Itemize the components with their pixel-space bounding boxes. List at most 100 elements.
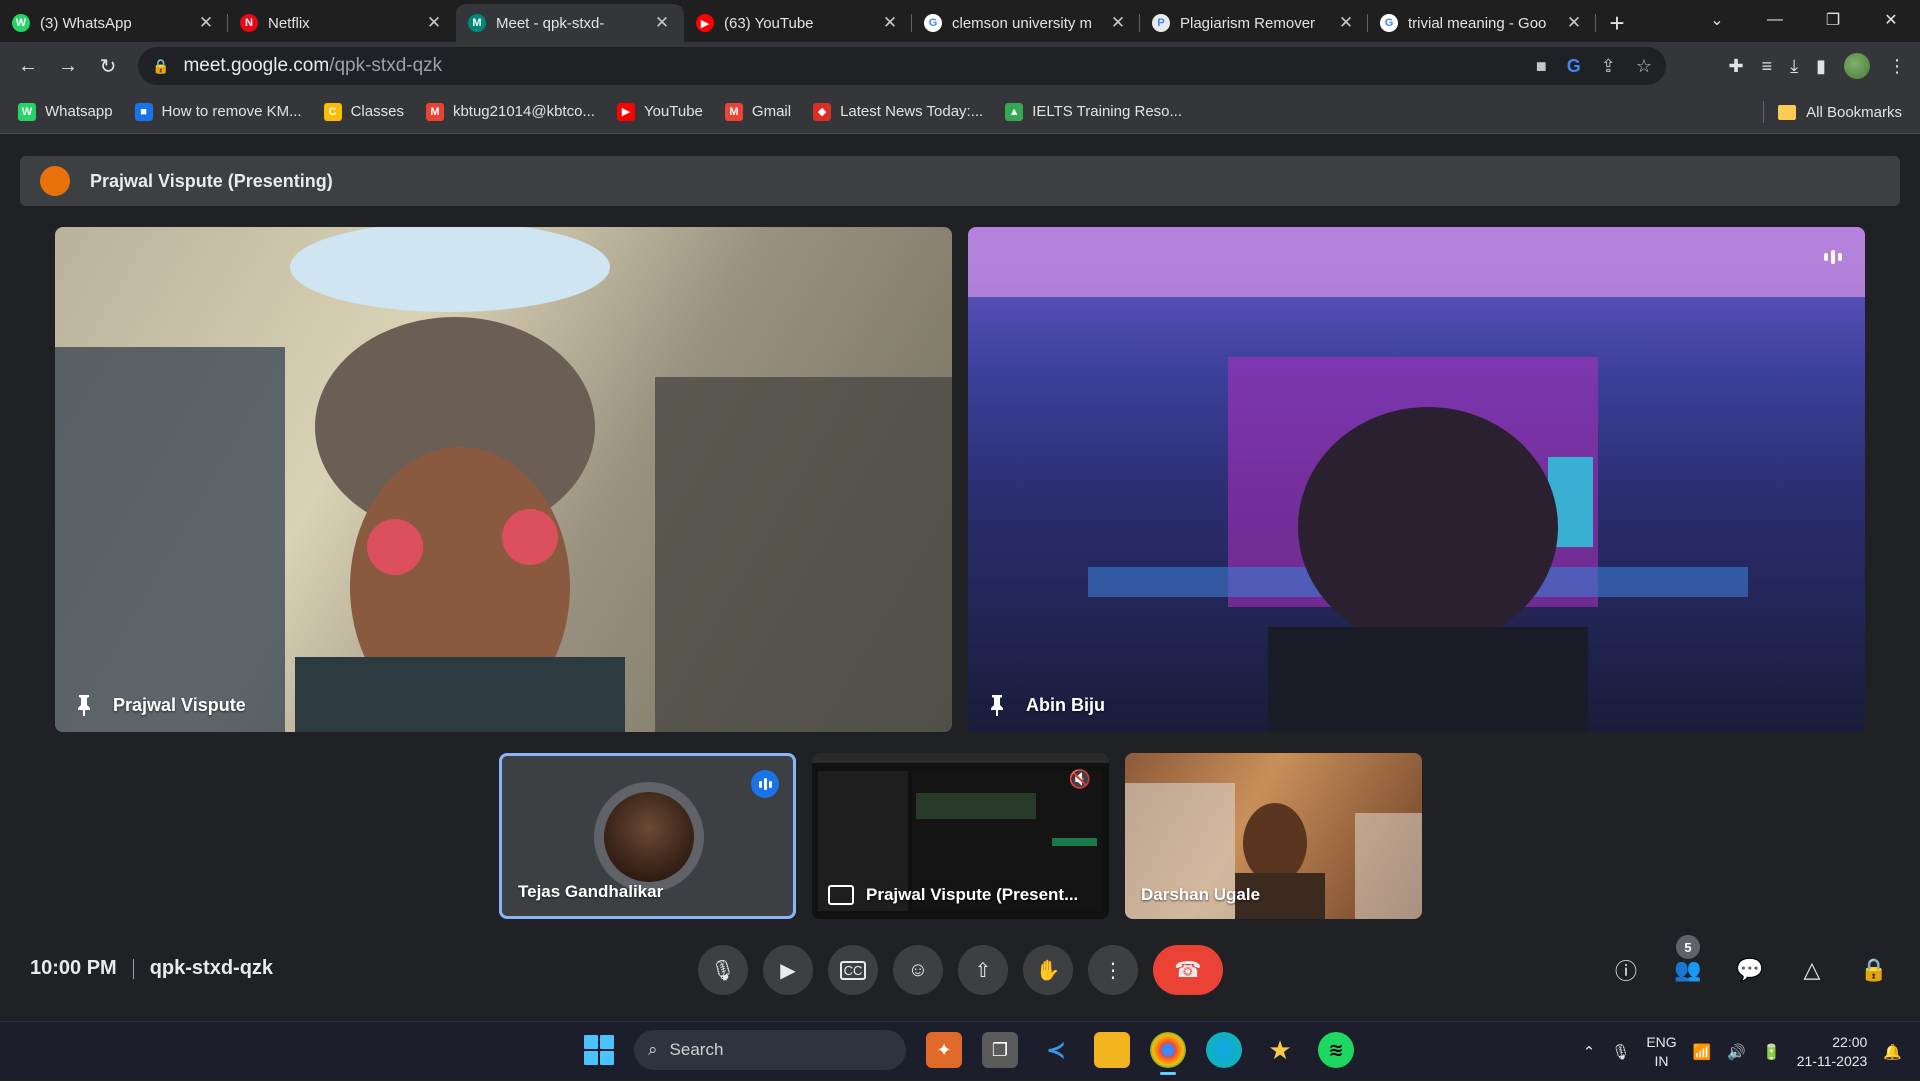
menu-kebab-icon[interactable]: ⋮ (1888, 56, 1906, 77)
meeting-details-button[interactable]: ⓘ (1606, 945, 1646, 995)
close-tab-icon[interactable]: ✕ (1108, 13, 1128, 33)
battery-icon[interactable]: 🔋 (1762, 1043, 1781, 1061)
speaking-indicator-icon (751, 770, 779, 798)
present-icon: ⇧ (974, 959, 992, 982)
start-button[interactable] (584, 1035, 614, 1065)
close-tab-icon[interactable]: ✕ (652, 13, 672, 33)
raise-hand-button[interactable]: ✋ (1023, 945, 1073, 995)
bookmark-label: How to remove KM... (161, 103, 302, 120)
search-placeholder: Search (669, 1040, 724, 1059)
browser-tab[interactable]: Gclemson university m ✕ (912, 4, 1140, 42)
camera-in-use-icon[interactable]: ■ (1536, 56, 1547, 77)
language-indicator[interactable]: ENG IN (1646, 1033, 1676, 1071)
volume-icon[interactable]: 🔊 (1727, 1043, 1746, 1061)
taskbar-search[interactable]: ⌕ Search (634, 1030, 906, 1070)
bookmark-item[interactable]: M Gmail (724, 102, 791, 121)
bookmark-star-icon[interactable]: ☆ (1636, 56, 1652, 77)
copilot-icon[interactable]: ✦ (926, 1032, 962, 1068)
clock[interactable]: 22:00 21-11-2023 (1797, 1033, 1868, 1071)
host-controls-button[interactable]: 🔒 (1854, 945, 1894, 995)
bookmark-item[interactable]: C Classes (323, 102, 404, 121)
bookmark-favicon-icon: ◆ (813, 102, 832, 121)
people-icon: 👥 (1674, 957, 1702, 982)
bookmark-favicon-icon: C (323, 102, 342, 121)
more-options-button[interactable]: ⋮ (1088, 945, 1138, 995)
bookmark-item[interactable]: ▶ YouTube (616, 102, 703, 121)
pin-icon[interactable] (75, 694, 93, 716)
reactions-button[interactable]: ☺ (893, 945, 943, 995)
bookmark-item[interactable]: ◆ Latest News Today:... (813, 102, 983, 121)
download-icon[interactable]: ⤓ (1790, 56, 1798, 77)
address-bar[interactable]: 🔒 meet.google.com/qpk-stxd-qzk ■ G ⇪ ☆ (138, 47, 1666, 85)
wifi-icon[interactable]: 📶 (1693, 1043, 1712, 1061)
video-tile-abin[interactable]: Abin Biju (968, 227, 1865, 732)
screen-share-tile[interactable]: 🔇 Prajwal Vispute (Present... (812, 753, 1109, 919)
minimize-button[interactable]: — (1746, 0, 1804, 40)
captions-button[interactable]: CC (828, 945, 878, 995)
chrome-icon[interactable] (1150, 1032, 1186, 1075)
tab-title: (63) YouTube (724, 14, 814, 32)
microphone-button[interactable]: 🎙 (698, 945, 748, 995)
video-tile-darshan[interactable]: Darshan Ugale (1125, 753, 1422, 919)
bookmark-item[interactable]: W Whatsapp (18, 102, 113, 121)
presenting-banner[interactable]: Prajwal Vispute (Presenting) (20, 156, 1900, 206)
browser-tab[interactable]: Gtrivial meaning - Goo ✕ (1368, 4, 1596, 42)
video-tile-tejas[interactable]: Tejas Gandhalikar (499, 753, 796, 919)
close-window-button[interactable]: ✕ (1862, 0, 1920, 40)
video-tile-prajwal[interactable]: Prajwal Vispute (55, 227, 952, 732)
browser-tab[interactable]: M Meet - qpk-stxd- ✕ (456, 4, 684, 42)
profile-avatar[interactable] (1844, 53, 1870, 79)
pin-icon[interactable] (988, 694, 1006, 716)
search-icon: ⌕ (648, 1040, 658, 1059)
lock-icon: 🔒 (152, 57, 170, 74)
share-icon[interactable]: ⇪ (1601, 56, 1616, 77)
leave-call-button[interactable]: ☎ (1153, 945, 1223, 995)
browser-tab[interactable]: W (3) WhatsApp ✕ (0, 4, 228, 42)
extensions-icon[interactable]: ✚ (1729, 56, 1744, 77)
app-star-icon[interactable]: ★ (1262, 1032, 1298, 1068)
meeting-time: 10:00 PM (30, 957, 117, 979)
back-button[interactable]: ← (8, 46, 48, 86)
browser-tab[interactable]: N Netflix ✕ (228, 4, 456, 42)
restore-button[interactable]: ❐ (1804, 0, 1862, 40)
bookmark-item[interactable]: ▲ IELTS Training Reso... (1005, 102, 1182, 121)
people-button[interactable]: 5 👥 (1668, 935, 1708, 995)
new-tab-button[interactable]: + (1596, 4, 1638, 42)
notification-icon[interactable]: 🔔 (1883, 1043, 1902, 1061)
file-explorer-icon[interactable] (1094, 1032, 1130, 1068)
spotify-icon[interactable]: ≋ (1318, 1032, 1354, 1068)
microphone-tray-icon[interactable]: 🎙 (1611, 1043, 1630, 1061)
reload-button[interactable]: ↻ (88, 46, 128, 86)
meet-icon: M (468, 14, 486, 32)
camera-button[interactable]: ▶ (763, 945, 813, 995)
chat-button[interactable]: 💬 (1730, 945, 1770, 995)
google-icon: G (924, 14, 942, 32)
bookmark-item[interactable]: ■ How to remove KM... (134, 102, 302, 121)
bookmark-item[interactable]: Mkbtug21014@kbtco... (425, 102, 595, 121)
meeting-code: qpk-stxd-qzk (149, 957, 274, 979)
side-panel-icon[interactable]: ▮ (1816, 56, 1826, 77)
edge-icon[interactable] (1206, 1032, 1242, 1068)
participant-name: Prajwal Vispute (75, 694, 246, 716)
close-tab-icon[interactable]: ✕ (196, 13, 216, 33)
reading-list-icon[interactable]: ≡ (1762, 56, 1773, 77)
activities-button[interactable]: △ (1792, 945, 1832, 995)
close-tab-icon[interactable]: ✕ (880, 13, 900, 33)
tab-search-icon[interactable]: ⌄ (1688, 0, 1746, 40)
browser-tab[interactable]: ▶ (63) YouTube ✕ (684, 4, 912, 42)
forward-button[interactable]: → (48, 46, 88, 86)
chevron-up-icon[interactable]: ⌃ (1583, 1043, 1596, 1061)
present-button[interactable]: ⇧ (958, 945, 1008, 995)
youtube-icon: ▶ (696, 14, 714, 32)
close-tab-icon[interactable]: ✕ (1336, 13, 1356, 33)
close-tab-icon[interactable]: ✕ (1564, 13, 1584, 33)
browser-tab[interactable]: P Plagiarism Remover ✕ (1140, 4, 1368, 42)
kebab-icon: ⋮ (1103, 959, 1123, 982)
task-view-icon[interactable]: ❐ (982, 1032, 1018, 1068)
close-tab-icon[interactable]: ✕ (424, 13, 444, 33)
vscode-icon[interactable]: ≺ (1038, 1032, 1074, 1068)
google-lens-icon[interactable]: G (1567, 56, 1581, 77)
participant-name: Darshan Ugale (1141, 885, 1261, 904)
hang-up-icon: ☎ (1174, 957, 1202, 982)
all-bookmarks-button[interactable]: All Bookmarks (1763, 90, 1902, 134)
